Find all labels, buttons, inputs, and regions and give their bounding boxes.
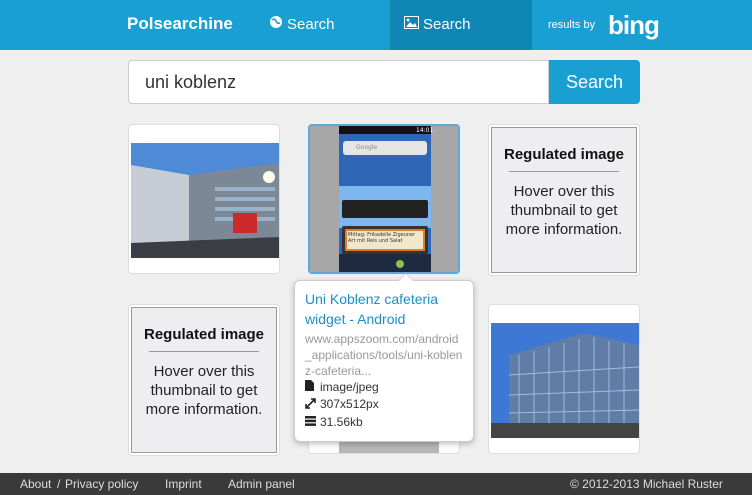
footer-admin-link[interactable]: Admin panel [228, 477, 295, 491]
phone-widget-text: Mittag: Frikadelle Zigeuner Art mit Reis… [348, 232, 416, 244]
top-navbar: Polsearchine Search pages Search images … [0, 0, 752, 83]
dimensions-row: 307x512px [305, 396, 463, 413]
image-thumbnail-1[interactable] [128, 124, 280, 274]
results-by-label: results by [548, 19, 596, 31]
image-thumbnail-2[interactable]: 14:01 Google Mittag: Frikadelle Zigeuner… [308, 124, 460, 274]
search-button[interactable]: Search [549, 60, 640, 104]
divider [149, 351, 259, 352]
image-thumbnail-6[interactable] [488, 304, 640, 454]
image-info-popover: Uni Koblenz cafeteria widget - Android w… [294, 273, 474, 442]
tab-search-pages[interactable]: Search pages [255, 0, 390, 83]
image-dimensions: 307x512px [320, 397, 379, 412]
storage-icon [305, 414, 317, 431]
brand-link[interactable]: Polsearchine [127, 14, 233, 34]
phone-search-hint: Google [356, 144, 378, 151]
file-icon [305, 379, 317, 396]
regulated-title: Regulated image [143, 326, 265, 343]
footer-about-link[interactable]: About [20, 477, 51, 491]
regulated-placeholder: Regulated image Hover over this thumbnai… [131, 307, 277, 453]
bing-logo: bing [608, 10, 660, 40]
search-input[interactable] [128, 60, 549, 104]
footer-imprint-link[interactable]: Imprint [165, 477, 202, 491]
android-screenshot [310, 126, 458, 272]
regulated-description: Hover over this thumbnail to get more in… [145, 363, 263, 418]
regulated-placeholder: Regulated image Hover over this thumbnai… [491, 127, 637, 273]
divider [509, 171, 619, 172]
mime-type-row: image/jpeg [305, 379, 463, 396]
footer-copyright: © 2012-2013 Michael Ruster [570, 477, 723, 491]
mime-type: image/jpeg [320, 380, 379, 394]
tab-search-images[interactable]: Search images [390, 0, 532, 83]
regulated-description: Hover over this thumbnail to get more in… [505, 183, 623, 238]
footer-privacy-link[interactable]: Privacy policy [65, 477, 138, 491]
filesize-row: 31.56kb [305, 414, 463, 431]
regulated-title: Regulated image [503, 146, 625, 163]
footer-separator: / [57, 477, 61, 491]
image-thumbnail-3[interactable]: Regulated image Hover over this thumbnai… [488, 124, 640, 276]
glass-building-photo [491, 323, 639, 438]
building-photo [131, 143, 279, 258]
phone-clock: 14:01 [416, 127, 434, 134]
image-source-url: www.appszoom.com/android_applications/to… [305, 332, 463, 378]
file-size: 31.56kb [320, 414, 363, 429]
picture-icon [404, 0, 419, 50]
resize-icon [305, 397, 317, 414]
image-thumbnail-4[interactable]: Regulated image Hover over this thumbnai… [128, 304, 280, 456]
image-title-link[interactable]: Uni Koblenz cafeteria widget - Android [305, 289, 463, 329]
globe-icon [269, 0, 283, 50]
footer: About / Privacy policy Imprint Admin pan… [0, 473, 752, 495]
